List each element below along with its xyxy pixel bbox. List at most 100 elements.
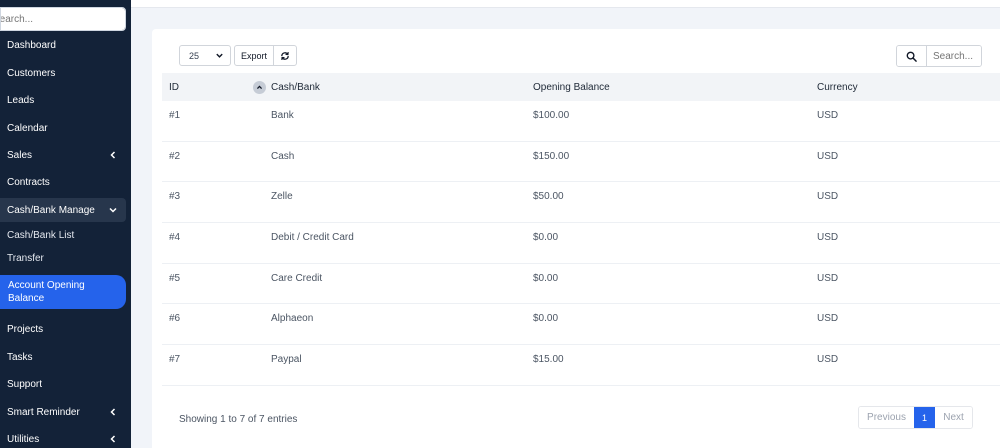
- chevron-left-icon: [110, 151, 116, 159]
- cell-id: #4: [169, 232, 181, 244]
- sidebar-search: [0, 7, 126, 31]
- refresh-icon: [281, 51, 289, 60]
- column-header-currency[interactable]: Currency: [817, 73, 858, 101]
- page-length-select[interactable]: 25: [179, 45, 231, 66]
- sidebar-item-account-opening-balance[interactable]: Account Opening Balance: [0, 275, 126, 309]
- sidebar-item-cash-bank-manage[interactable]: Cash/Bank Manage: [0, 198, 126, 222]
- cell-currency: USD: [817, 232, 839, 244]
- sidebar-item-label: Account Opening Balance: [8, 280, 85, 304]
- table-card: 25 Export ID Cash/Bank Opening Balance C…: [152, 29, 1000, 448]
- table-row[interactable]: #1 Bank $100.00 USD: [162, 101, 1000, 142]
- column-header-label: Currency: [817, 81, 858, 93]
- cell-id: #6: [169, 313, 181, 325]
- sidebar-item-label: Cash/Bank Manage: [7, 204, 95, 216]
- sidebar-item-label: Support: [7, 378, 43, 390]
- cell-opening-balance: $0.00: [533, 272, 559, 284]
- cell-currency: USD: [817, 354, 839, 366]
- cell-currency: USD: [817, 191, 839, 203]
- table-row[interactable]: #5 Care Credit $0.00 USD: [162, 264, 1000, 305]
- sidebar-item-label: Customers: [7, 67, 56, 79]
- sidebar-item-label: Calendar: [7, 122, 48, 134]
- table-row[interactable]: #2 Cash $150.00 USD: [162, 142, 1000, 183]
- table-body: #1 Bank $100.00 USD #2 Cash $150.00 USD …: [162, 101, 1000, 386]
- cell-opening-balance: $100.00: [533, 110, 570, 121]
- sidebar-item-label: Tasks: [7, 351, 33, 363]
- table-row[interactable]: #3 Zelle $50.00 USD: [162, 182, 1000, 224]
- chevron-down-icon: [109, 207, 117, 213]
- cell-currency: USD: [817, 150, 839, 162]
- sidebar-item-calendar[interactable]: Calendar: [0, 116, 126, 140]
- cell-id: #5: [169, 272, 181, 284]
- sidebar-item-label: Sales: [7, 149, 33, 161]
- table-search: [896, 45, 982, 67]
- cell-id: #7: [169, 354, 181, 366]
- sidebar-item-label: Smart Reminder: [7, 406, 80, 418]
- table-row[interactable]: #7 Paypal $15.00 USD: [162, 345, 1000, 386]
- cell-cash-bank: Zelle: [271, 191, 293, 203]
- cell-cash-bank: Bank: [271, 110, 294, 121]
- column-header-label: Cash/Bank: [271, 81, 320, 93]
- page-length-value: 25: [189, 50, 200, 61]
- column-header-opening-balance[interactable]: Opening Balance: [533, 73, 610, 101]
- cell-opening-balance: $0.00: [533, 232, 559, 244]
- cell-id: #3: [169, 191, 181, 203]
- table-header: ID Cash/Bank Opening Balance Currency: [162, 73, 1000, 101]
- column-header-label: Opening Balance: [533, 81, 610, 93]
- table-search-button[interactable]: [897, 46, 927, 66]
- sidebar-subitem-label: Transfer: [7, 252, 44, 264]
- sidebar-item-smart-reminder[interactable]: Smart Reminder: [0, 400, 126, 424]
- cell-currency: USD: [817, 110, 839, 121]
- cell-cash-bank: Paypal: [271, 354, 302, 366]
- sort-asc-icon: [253, 81, 266, 94]
- column-header-id[interactable]: ID: [169, 73, 269, 101]
- pagination: Previous 1 Next: [858, 406, 973, 429]
- chevron-down-icon: [216, 53, 223, 58]
- top-header: [131, 0, 1000, 8]
- cell-cash-bank: Debit / Credit Card: [271, 232, 354, 244]
- cell-id: #2: [169, 150, 181, 162]
- export-button[interactable]: Export: [234, 45, 274, 66]
- refresh-button[interactable]: [273, 45, 297, 66]
- pagination-next[interactable]: Next: [935, 407, 972, 428]
- table-info: Showing 1 to 7 of 7 entries: [179, 414, 298, 425]
- search-icon: [906, 51, 917, 62]
- sidebar-item-leads[interactable]: Leads: [0, 88, 126, 112]
- cell-id: #1: [169, 110, 181, 121]
- cell-cash-bank: Cash: [271, 150, 295, 162]
- cell-currency: USD: [817, 313, 839, 325]
- sidebar-item-customers[interactable]: Customers: [0, 61, 126, 85]
- sidebar-item-projects[interactable]: Projects: [0, 317, 126, 341]
- cell-opening-balance: $15.00: [533, 354, 564, 366]
- cell-opening-balance: $50.00: [533, 191, 564, 203]
- sidebar-item-label: Leads: [7, 94, 35, 106]
- column-header-cash-bank[interactable]: Cash/Bank: [271, 73, 320, 101]
- sidebar-item-sales[interactable]: Sales: [0, 143, 126, 167]
- table-row[interactable]: #6 Alphaeon $0.00 USD: [162, 304, 1000, 346]
- sidebar-subitem-transfer[interactable]: Transfer: [0, 247, 126, 269]
- cell-currency: USD: [817, 272, 839, 284]
- sidebar-subitem-cash-bank-list[interactable]: Cash/Bank List: [0, 224, 126, 246]
- sidebar-subitem-label: Cash/Bank List: [7, 229, 75, 241]
- sidebar-item-label: Contracts: [7, 176, 50, 188]
- cell-cash-bank: Alphaeon: [271, 313, 314, 325]
- column-header-label: ID: [169, 81, 179, 93]
- sidebar-item-label: Utilities: [7, 433, 40, 445]
- sidebar-search-input[interactable]: [1, 8, 125, 30]
- sidebar-item-label: Dashboard: [7, 39, 56, 51]
- sidebar-item-tasks[interactable]: Tasks: [0, 345, 126, 369]
- cell-opening-balance: $0.00: [533, 313, 559, 325]
- sidebar-item-label: Projects: [7, 323, 44, 335]
- chevron-left-icon: [110, 408, 116, 416]
- chevron-left-icon: [110, 435, 116, 443]
- pagination-page-current[interactable]: 1: [914, 407, 935, 428]
- sidebar: Dashboard Customers Leads Calendar Sales…: [0, 0, 131, 448]
- sidebar-item-dashboard[interactable]: Dashboard: [0, 33, 126, 57]
- table-search-input[interactable]: [927, 46, 981, 66]
- sidebar-item-support[interactable]: Support: [0, 372, 126, 396]
- table-row[interactable]: #4 Debit / Credit Card $0.00 USD: [162, 223, 1000, 264]
- pagination-previous[interactable]: Previous: [859, 407, 914, 428]
- cell-opening-balance: $150.00: [533, 150, 570, 162]
- sidebar-item-utilities[interactable]: Utilities: [0, 427, 126, 448]
- sidebar-item-contracts[interactable]: Contracts: [0, 170, 126, 194]
- cell-cash-bank: Care Credit: [271, 272, 323, 284]
